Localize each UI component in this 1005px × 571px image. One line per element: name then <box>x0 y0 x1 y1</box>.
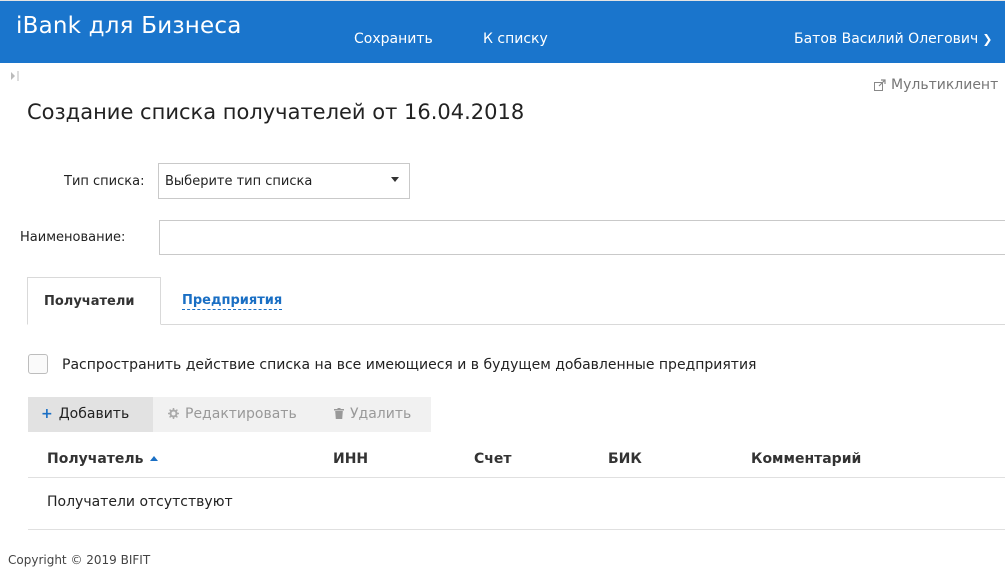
sidebar-expand-icon[interactable] <box>10 70 20 82</box>
column-bik[interactable]: БИК <box>608 451 642 467</box>
save-button[interactable]: Сохранить <box>354 31 433 47</box>
page-title: Создание списка получателей от 16.04.201… <box>27 100 525 124</box>
edit-button[interactable]: Редактировать <box>168 397 297 432</box>
name-label: Наименование: <box>20 230 126 245</box>
multiclient-link[interactable]: Мультиклиент <box>874 77 998 93</box>
add-button-label: Добавить <box>58 406 130 422</box>
apply-to-all-checkbox[interactable] <box>28 354 48 374</box>
table-bottom-divider <box>28 529 1005 530</box>
back-to-list-link[interactable]: К списку <box>483 31 548 47</box>
name-field[interactable] <box>159 220 1005 255</box>
column-account[interactable]: Счет <box>474 451 512 467</box>
edit-button-label: Редактировать <box>185 406 297 422</box>
actions-toolbar: + Добавить Редактировать Удалить <box>28 397 431 432</box>
tabs-divider <box>27 324 1005 325</box>
apply-to-all-label[interactable]: Распространить действие списка на все им… <box>62 357 756 373</box>
empty-table-message: Получатели отсутствуют <box>47 494 233 510</box>
tab-enterprises[interactable]: Предприятия <box>182 293 283 310</box>
top-bar: iBank для Бизнеса Сохранить К списку Бат… <box>0 0 1005 63</box>
column-recipient[interactable]: Получатель <box>47 451 158 467</box>
delete-button[interactable]: Удалить <box>334 397 411 432</box>
tab-recipients-label: Получатели <box>44 294 135 309</box>
user-name: Батов Василий Олегович <box>794 31 979 47</box>
list-type-select[interactable]: Выберите тип списка <box>158 163 410 199</box>
user-menu[interactable]: Батов Василий Олегович ❯ <box>794 31 992 47</box>
dropdown-caret-icon <box>391 177 399 182</box>
external-link-icon <box>874 79 886 91</box>
delete-button-label: Удалить <box>350 406 412 422</box>
list-type-label: Тип списка: <box>64 174 145 189</box>
sort-ascending-icon <box>149 456 158 461</box>
chevron-down-icon: ❯ <box>982 32 993 46</box>
app-brand[interactable]: iBank для Бизнеса <box>16 13 242 39</box>
column-comment[interactable]: Комментарий <box>751 451 861 467</box>
plus-icon: + <box>41 406 53 422</box>
multiclient-label: Мультиклиент <box>891 77 999 93</box>
column-inn[interactable]: ИНН <box>333 451 368 467</box>
column-recipient-label: Получатель <box>47 451 144 467</box>
list-type-value: Выберите тип списка <box>165 174 313 189</box>
add-button[interactable]: + Добавить <box>28 397 153 432</box>
gear-icon <box>168 408 179 419</box>
table-header-divider <box>28 477 1005 478</box>
tab-recipients[interactable]: Получатели <box>27 277 161 325</box>
trash-icon <box>334 408 344 419</box>
copyright: Copyright © 2019 BIFIT <box>8 553 151 567</box>
